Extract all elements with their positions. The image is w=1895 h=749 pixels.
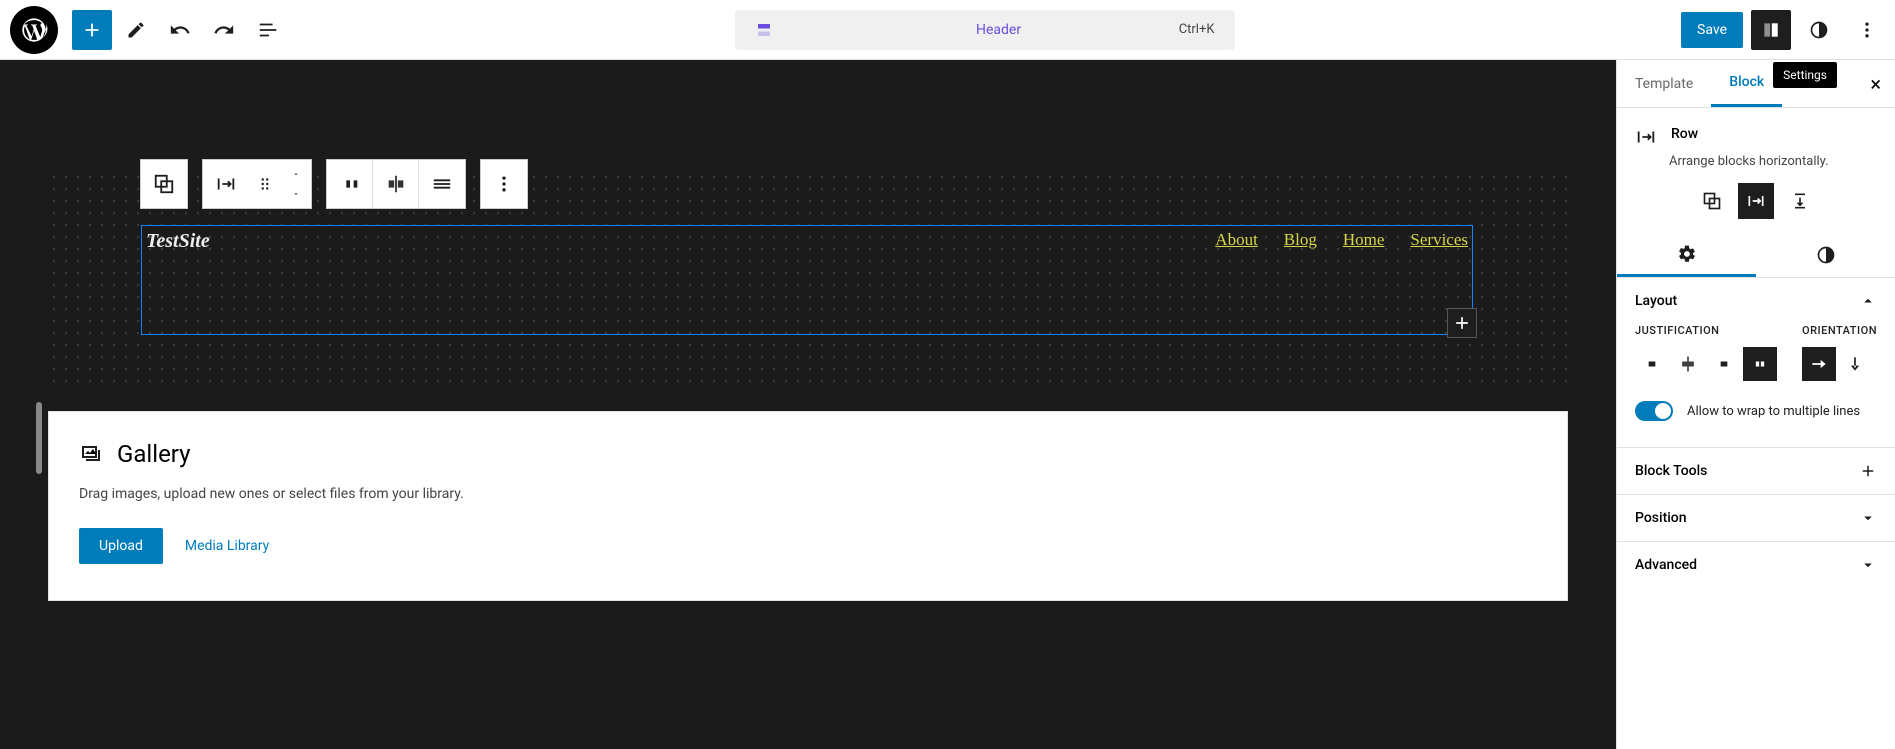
- row-block-selected[interactable]: TestSite About Blog Home Services: [141, 225, 1473, 335]
- orientation-buttons: [1802, 347, 1877, 381]
- settings-tooltip: Settings: [1773, 62, 1837, 88]
- chevron-up-icon: [1859, 292, 1877, 310]
- gallery-title: Gallery: [117, 440, 191, 468]
- plus-icon: [1859, 462, 1877, 480]
- save-button[interactable]: Save: [1681, 12, 1743, 48]
- chevron-down-icon: [1859, 556, 1877, 574]
- navigation-block[interactable]: About Blog Home Services: [1215, 230, 1468, 253]
- variation-group-button[interactable]: [1694, 183, 1730, 219]
- tab-template[interactable]: Template: [1617, 60, 1711, 107]
- template-part-icon: [755, 21, 773, 39]
- redo-button[interactable]: [204, 10, 244, 50]
- block-tools-panel-header[interactable]: Block Tools: [1617, 448, 1895, 494]
- row-block-icon: [1635, 126, 1657, 148]
- sub-tab-settings[interactable]: [1617, 233, 1756, 277]
- width-button[interactable]: [419, 160, 465, 208]
- sub-tab-styles[interactable]: [1756, 233, 1895, 277]
- block-variation-picker: [1617, 183, 1895, 233]
- layout-panel-header[interactable]: Layout: [1617, 278, 1895, 324]
- tab-block[interactable]: Block: [1711, 60, 1782, 107]
- gallery-block-placeholder[interactable]: Gallery Drag images, upload new ones or …: [48, 411, 1568, 601]
- top-toolbar: Header Ctrl+K Save: [0, 0, 1895, 60]
- wrap-toggle[interactable]: [1635, 401, 1673, 421]
- media-library-link[interactable]: Media Library: [185, 538, 269, 554]
- advanced-title: Advanced: [1635, 557, 1697, 573]
- position-panel-header[interactable]: Position: [1617, 495, 1895, 541]
- styles-toggle-button[interactable]: [1799, 10, 1839, 50]
- justify-space-between-button[interactable]: [1743, 347, 1777, 381]
- document-title-label: Header: [783, 22, 1215, 38]
- parent-selector-button[interactable]: [141, 160, 187, 208]
- document-title-box[interactable]: Header Ctrl+K: [735, 10, 1235, 50]
- justify-left-button[interactable]: [1635, 347, 1669, 381]
- orientation-vertical-button[interactable]: [1838, 347, 1872, 381]
- gallery-icon: [79, 442, 103, 466]
- sidebar-tabs: Template Block ×: [1617, 60, 1895, 108]
- toolbar-left-group: [72, 10, 288, 50]
- toolbar-center: Header Ctrl+K: [296, 10, 1673, 50]
- scroll-indicator-left: [36, 402, 42, 474]
- justify-button[interactable]: [327, 160, 373, 208]
- settings-toggle-button[interactable]: [1751, 10, 1791, 50]
- block-toolbar: [140, 159, 528, 209]
- nav-link[interactable]: Blog: [1284, 230, 1317, 253]
- align-button[interactable]: [373, 160, 419, 208]
- variation-row-button[interactable]: [1738, 183, 1774, 219]
- nav-link[interactable]: Home: [1343, 230, 1385, 253]
- layout-panel: Layout Justification Orie: [1617, 278, 1895, 448]
- advanced-panel-header[interactable]: Advanced: [1617, 542, 1895, 588]
- gear-icon: [1677, 244, 1697, 264]
- edit-mode-button[interactable]: [116, 10, 156, 50]
- block-type-row-button[interactable]: [203, 160, 249, 208]
- block-appender-button[interactable]: [1447, 308, 1477, 338]
- drag-handle[interactable]: [249, 160, 281, 208]
- site-title[interactable]: TestSite: [146, 230, 210, 253]
- block-tools-title: Block Tools: [1635, 463, 1707, 479]
- move-up-button[interactable]: [289, 164, 303, 184]
- inspector-sub-tabs: [1617, 233, 1895, 278]
- justification-buttons: [1635, 347, 1777, 381]
- block-options-button[interactable]: [481, 160, 527, 208]
- justify-right-button[interactable]: [1707, 347, 1741, 381]
- toolbar-right-group: Save: [1681, 10, 1887, 50]
- chevron-down-icon: [1859, 509, 1877, 527]
- close-sidebar-button[interactable]: ×: [1856, 72, 1895, 96]
- variation-stack-button[interactable]: [1782, 183, 1818, 219]
- settings-sidebar: Template Block × Row Arrange blocks hori…: [1616, 60, 1895, 749]
- orientation-label: Orientation: [1802, 324, 1877, 337]
- position-title: Position: [1635, 510, 1687, 526]
- upload-button[interactable]: Upload: [79, 528, 163, 564]
- move-down-button[interactable]: [289, 184, 303, 204]
- undo-button[interactable]: [160, 10, 200, 50]
- contrast-icon: [1816, 245, 1836, 265]
- options-menu-button[interactable]: [1847, 10, 1887, 50]
- orientation-horizontal-button[interactable]: [1802, 347, 1836, 381]
- justification-label: Justification: [1635, 324, 1777, 337]
- editor-canvas[interactable]: TestSite About Blog Home Services: [0, 60, 1616, 749]
- wrap-toggle-label: Allow to wrap to multiple lines: [1687, 404, 1860, 419]
- layout-panel-title: Layout: [1635, 293, 1677, 309]
- shortcut-hint: Ctrl+K: [1179, 22, 1215, 37]
- block-name: Row: [1671, 126, 1698, 142]
- document-overview-button[interactable]: [248, 10, 288, 50]
- block-description: Arrange blocks horizontally.: [1617, 150, 1895, 183]
- main-area: TestSite About Blog Home Services: [0, 60, 1895, 749]
- wordpress-logo[interactable]: [10, 6, 58, 54]
- nav-link[interactable]: Services: [1410, 230, 1468, 253]
- add-block-button[interactable]: [72, 10, 112, 50]
- gallery-description: Drag images, upload new ones or select f…: [79, 486, 1537, 502]
- nav-link[interactable]: About: [1215, 230, 1258, 253]
- justify-center-button[interactable]: [1671, 347, 1705, 381]
